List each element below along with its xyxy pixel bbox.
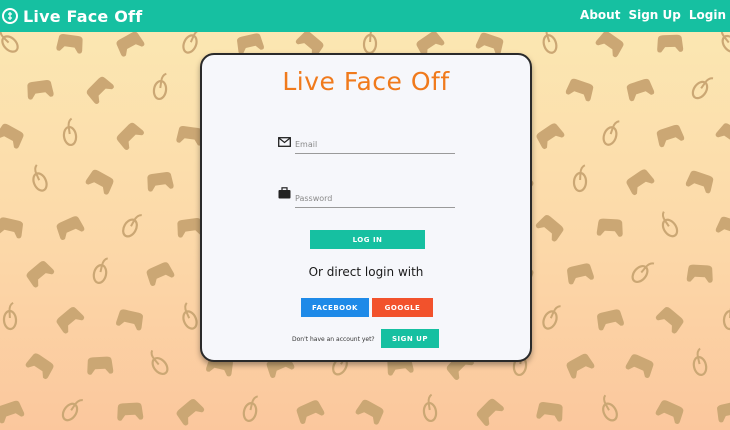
gamepad-icon	[25, 353, 54, 380]
mouse-icon	[0, 32, 19, 53]
mouse-icon	[661, 211, 679, 238]
gamepad-icon	[715, 123, 730, 150]
mouse-icon	[422, 393, 438, 423]
gamepad-icon	[147, 172, 174, 192]
gamepad-icon	[116, 32, 145, 57]
gamepad-icon	[566, 353, 595, 379]
mouse-icon	[32, 164, 48, 192]
gamepad-icon	[87, 356, 114, 375]
mouse-icon	[720, 32, 730, 54]
gamepad-icon	[86, 76, 114, 104]
mouse-icon	[572, 164, 588, 193]
gamepad-icon	[717, 401, 730, 423]
nav-signup-link[interactable]: Sign Up	[628, 8, 680, 22]
mouse-icon	[122, 214, 142, 238]
gamepad-icon	[117, 402, 144, 421]
gamepad-icon	[596, 218, 623, 237]
gamepad-icon	[656, 124, 685, 148]
gamepad-icon	[0, 123, 24, 149]
direct-login-text: Or direct login with	[308, 265, 424, 279]
signup-button[interactable]: SIGN UP	[381, 329, 439, 348]
gamepad-icon	[237, 33, 264, 55]
mouse-icon	[602, 120, 620, 146]
gamepad-icon	[355, 399, 384, 425]
password-field[interactable]	[295, 189, 455, 208]
mouse-icon	[242, 395, 259, 422]
gamepad-icon	[56, 216, 85, 241]
gamepad-icon	[146, 262, 175, 287]
gamepad-icon	[595, 32, 624, 58]
brand[interactable]: Live Face Off	[2, 5, 142, 27]
gamepad-icon	[655, 306, 684, 334]
mouse-icon	[722, 302, 730, 331]
mouse-icon	[182, 302, 198, 330]
gamepad-icon	[536, 123, 565, 150]
nav-about-link[interactable]: About	[580, 8, 620, 22]
gamepad-icon	[116, 309, 143, 331]
mouse-icon	[602, 394, 618, 422]
gamepad-icon	[56, 306, 85, 334]
gamepad-icon	[565, 78, 594, 102]
gamepad-icon	[535, 214, 564, 242]
gamepad-icon	[116, 122, 144, 150]
mouse-icon	[61, 399, 83, 422]
gamepad-icon	[0, 217, 23, 239]
nav-login-link[interactable]: Login	[689, 8, 726, 22]
card-title: Live Face Off	[282, 67, 450, 96]
gamepad-icon	[296, 400, 325, 425]
gamepad-icon	[26, 260, 55, 288]
gamepad-icon	[476, 398, 504, 426]
briefcase-icon	[278, 184, 291, 203]
gamepad-icon	[597, 309, 624, 331]
envelope-icon	[278, 132, 291, 151]
login-button[interactable]: LOG IN	[310, 230, 425, 249]
email-field[interactable]	[295, 135, 455, 154]
facebook-login-button[interactable]: FACEBOOK	[301, 298, 369, 317]
gamepad-icon	[686, 264, 713, 283]
gamepad-icon	[536, 402, 563, 422]
mouse-icon	[2, 301, 18, 331]
mouse-icon	[542, 32, 558, 54]
mouse-icon	[542, 305, 561, 330]
mouse-icon	[691, 77, 714, 100]
no-account-text: Don't have an account yet?	[292, 336, 375, 343]
login-card: Live Face Off LOG IN Or direct login wit…	[200, 53, 532, 362]
gamepad-icon	[567, 263, 594, 285]
app-logo-icon	[2, 8, 18, 24]
mouse-icon	[62, 117, 78, 147]
brand-name: Live Face Off	[23, 6, 143, 26]
gamepad-icon	[626, 78, 655, 102]
gamepad-icon	[56, 34, 83, 54]
gamepad-icon	[626, 169, 655, 196]
mouse-icon	[692, 347, 708, 376]
google-login-button[interactable]: GOOGLE	[372, 298, 433, 317]
mouse-icon	[631, 262, 655, 283]
gamepad-icon	[657, 34, 684, 53]
mouse-icon	[150, 350, 169, 375]
gamepad-icon	[0, 400, 25, 424]
gamepad-icon	[655, 400, 684, 425]
mouse-icon	[362, 32, 378, 55]
gamepad-icon	[27, 80, 54, 100]
gamepad-icon	[715, 216, 730, 240]
gamepad-icon	[85, 169, 114, 195]
mouse-icon	[92, 257, 109, 284]
gamepad-icon	[625, 354, 654, 379]
top-navbar: Live Face Off About Sign Up Login	[0, 0, 730, 32]
mouse-icon	[182, 32, 201, 54]
gamepad-icon	[176, 398, 205, 426]
nav-links: About Sign Up Login	[580, 8, 726, 22]
gamepad-icon	[685, 170, 714, 194]
mouse-icon	[152, 72, 168, 101]
